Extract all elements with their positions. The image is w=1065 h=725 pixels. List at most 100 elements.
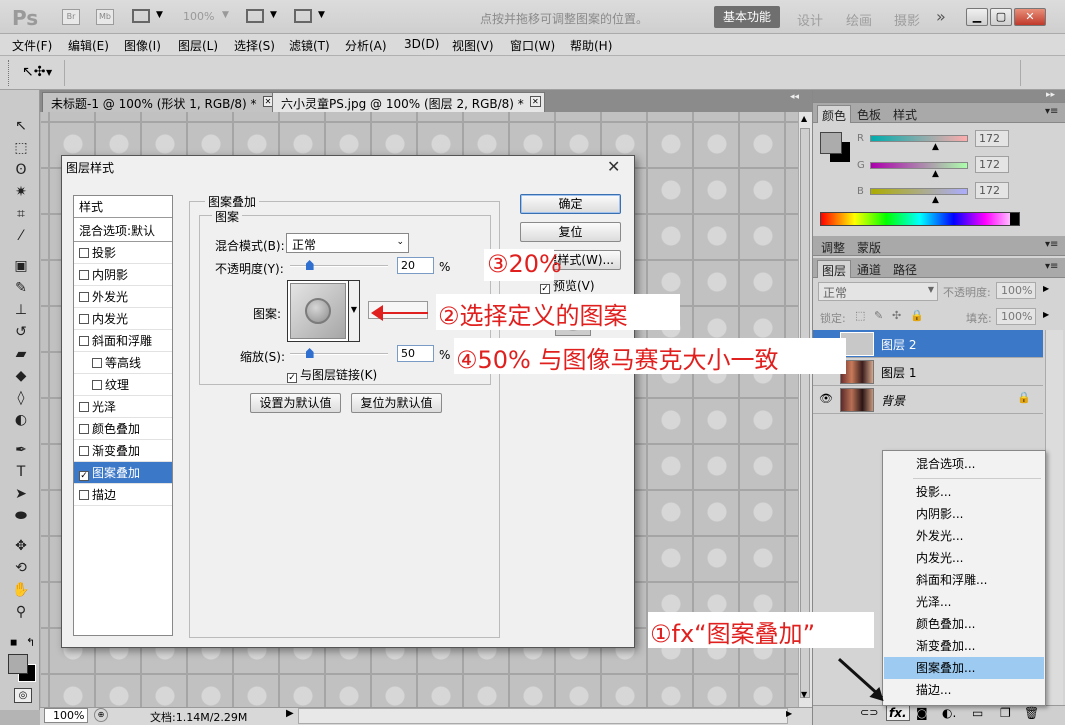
quick-select-tool-icon[interactable]: ✷ [10, 182, 32, 202]
eraser-tool-icon[interactable]: ▰ [10, 344, 32, 364]
group-folder-icon[interactable]: ▭ [972, 706, 983, 720]
arrange-documents-icon[interactable] [246, 9, 264, 23]
menu-edit[interactable]: 编辑(E) [68, 37, 109, 54]
menu-image[interactable]: 图像(I) [124, 37, 161, 54]
blend-mode-select[interactable]: 正常 ▼ [818, 282, 938, 301]
close-icon[interactable]: ✕ [529, 96, 541, 107]
checkbox[interactable] [79, 292, 89, 302]
menu-window[interactable]: 窗口(W) [510, 37, 555, 54]
menu-item-stroke[interactable]: 描边... [884, 679, 1044, 701]
checkbox[interactable] [92, 358, 102, 368]
more-workspaces-icon[interactable]: » [936, 7, 946, 26]
view-extras-icon[interactable] [132, 9, 150, 23]
menu-item-bevel-emboss[interactable]: 斜面和浮雕... [884, 569, 1044, 591]
shape-tool-icon[interactable]: ⬬ [10, 506, 32, 526]
chevron-down-icon[interactable]: ▼ [46, 68, 52, 77]
menu-item-outer-glow[interactable]: 外发光... [884, 525, 1044, 547]
move-tool-icon[interactable]: ↖✣ [22, 64, 45, 80]
brush-tool-icon[interactable]: ✎ [10, 278, 32, 298]
chevron-down-icon[interactable]: ▼ [156, 10, 163, 20]
swap-colors-icon[interactable]: ↰ [26, 636, 35, 649]
lock-position-icon[interactable]: ✣ [892, 309, 901, 322]
paint-bucket-tool-icon[interactable]: ◆ [10, 366, 32, 386]
dodge-tool-icon[interactable]: ◐ [10, 410, 32, 430]
tab-swatches[interactable]: 色板 [853, 105, 885, 123]
menu-filter[interactable]: 滤镜(T) [289, 37, 330, 54]
tab-layers[interactable]: 图层 [817, 260, 852, 278]
style-item[interactable]: 内阴影 [74, 264, 172, 286]
style-item[interactable]: 纹理 [74, 374, 172, 396]
menu-file[interactable]: 文件(F) [12, 37, 52, 54]
collapse-icon[interactable]: ◂◂ [790, 92, 799, 102]
tab-channels[interactable]: 通道 [853, 260, 885, 278]
marquee-tool-icon[interactable]: ⬚ [10, 138, 32, 158]
slider-r[interactable] [870, 135, 968, 142]
ok-button[interactable]: 确定 [520, 194, 621, 214]
value-b[interactable]: 172 [975, 182, 1009, 199]
menu-item-blending-options[interactable]: 混合选项... [884, 453, 1044, 475]
collapse-icon[interactable]: ▸▸ [1046, 90, 1055, 100]
scroll-up-icon[interactable]: ▲ [801, 114, 807, 123]
menu-item-gradient-overlay[interactable]: 渐变叠加... [884, 635, 1044, 657]
layer-row[interactable]: 图层 1 [813, 358, 1043, 386]
value-r[interactable]: 172 [975, 130, 1009, 147]
eyedropper-tool-icon[interactable]: ⁄ [10, 226, 32, 246]
color-spectrum[interactable] [820, 212, 1020, 226]
workspace-design[interactable]: 设计 [797, 10, 823, 29]
menu-layer[interactable]: 图层(L) [178, 37, 218, 54]
tab-styles[interactable]: 样式 [889, 105, 921, 123]
panel-menu-icon[interactable]: ▾≡ [1041, 105, 1062, 123]
slider-b[interactable] [870, 188, 968, 195]
checkbox-checked[interactable]: ✓ [79, 471, 89, 481]
blur-tool-icon[interactable]: ◊ [10, 388, 32, 408]
workspace-painting[interactable]: 绘画 [846, 10, 872, 29]
panel-menu-icon[interactable]: ▾≡ [1041, 238, 1062, 256]
trash-icon[interactable]: 🗑 [1024, 706, 1039, 720]
default-colors-icon[interactable]: ◼ [10, 638, 17, 648]
foreground-color-swatch[interactable] [8, 654, 28, 674]
adjustment-layer-icon[interactable]: ◐. [942, 706, 956, 720]
menu-item-drop-shadow[interactable]: 投影... [884, 481, 1044, 503]
style-item[interactable]: ✓ 图案叠加 [74, 462, 172, 484]
chevron-down-icon[interactable]: ▼ [270, 10, 277, 20]
menu-item-pattern-overlay[interactable]: 图案叠加... [884, 657, 1044, 679]
chevron-right-icon[interactable]: ▶ [1043, 310, 1049, 319]
style-item[interactable]: 外发光 [74, 286, 172, 308]
checkbox[interactable] [79, 336, 89, 346]
style-item[interactable]: 内发光 [74, 308, 172, 330]
status-info-icon[interactable]: ⊕ [94, 708, 108, 722]
checkbox[interactable] [79, 446, 89, 456]
link-with-layer-checkbox[interactable]: ✓ 与图层链接(K) [287, 366, 377, 383]
3d-orbit-tool-icon[interactable]: ⟲ [10, 558, 32, 578]
minibridge-icon[interactable]: Mb [96, 9, 114, 25]
scroll-down-icon[interactable]: ▼ [801, 690, 807, 699]
opacity-input[interactable]: 20 [397, 257, 434, 274]
opacity-slider[interactable] [290, 265, 388, 267]
menu-view[interactable]: 视图(V) [452, 37, 494, 54]
history-brush-tool-icon[interactable]: ↺ [10, 322, 32, 342]
style-item[interactable]: 渐变叠加 [74, 440, 172, 462]
slider-thumb[interactable]: ▲ [932, 142, 939, 152]
tab-paths[interactable]: 路径 [889, 260, 921, 278]
screen-mode-icon[interactable] [294, 9, 312, 23]
hand-tool-icon[interactable]: ✋ [10, 580, 32, 600]
menu-help[interactable]: 帮助(H) [570, 37, 612, 54]
stamp-tool-icon[interactable]: ⊥ [10, 300, 32, 320]
style-item[interactable]: 斜面和浮雕 [74, 330, 172, 352]
menu-3d[interactable]: 3D(D) [404, 37, 439, 51]
lasso-tool-icon[interactable]: ʘ [10, 160, 32, 180]
minimize-button[interactable]: ▁ [966, 8, 988, 26]
close-icon[interactable]: ✕ [607, 157, 620, 176]
lock-transparency-icon[interactable]: ⬚ [855, 309, 865, 322]
menu-item-color-overlay[interactable]: 颜色叠加... [884, 613, 1044, 635]
fill-field[interactable]: 100% [996, 308, 1036, 325]
chevron-down-icon[interactable]: ▼ [222, 10, 229, 20]
quick-mask-icon[interactable]: ◎ [14, 688, 32, 703]
checkbox[interactable] [79, 424, 89, 434]
slider-g[interactable] [870, 162, 968, 169]
scale-slider[interactable] [290, 353, 388, 355]
pattern-dropdown-arrow[interactable]: ▼ [349, 280, 360, 342]
checkbox[interactable] [92, 380, 102, 390]
style-item[interactable]: 光泽 [74, 396, 172, 418]
zoom-tool-icon[interactable]: ⚲ [10, 602, 32, 622]
